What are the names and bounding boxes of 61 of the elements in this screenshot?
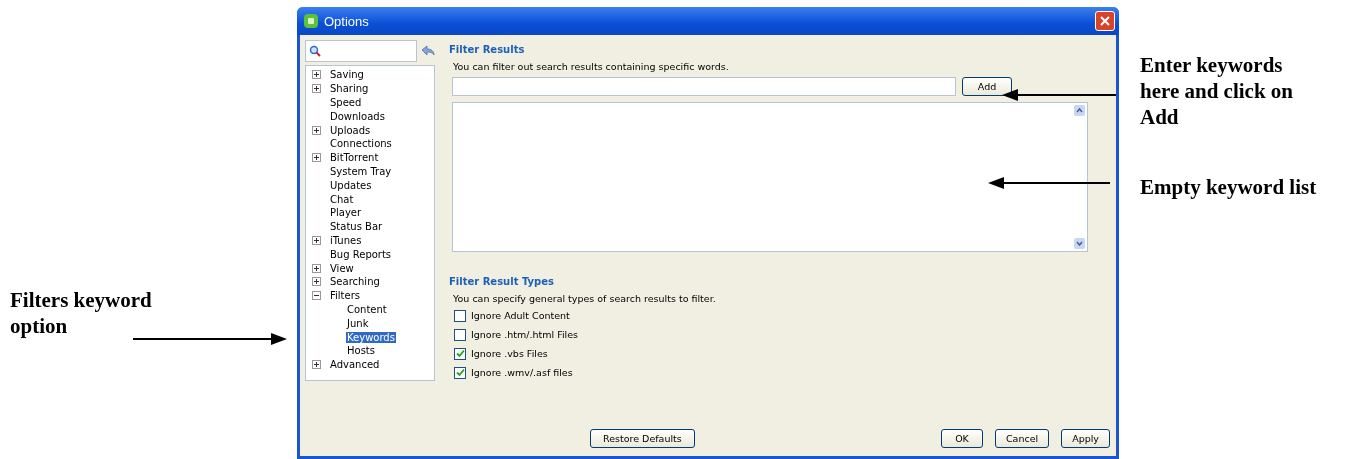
tree-item[interactable]: Downloads — [329, 110, 386, 122]
checkbox[interactable] — [454, 309, 466, 322]
search-field[interactable] — [305, 40, 417, 62]
dialog-button[interactable]: Apply — [1061, 429, 1110, 448]
tree-item[interactable]: Filters — [329, 290, 361, 302]
expand-icon[interactable] — [312, 360, 321, 370]
tree-item[interactable]: Hosts — [346, 345, 376, 357]
tree-item[interactable]: BitTorrent — [329, 152, 380, 164]
checkbox[interactable] — [454, 328, 466, 341]
tree-item[interactable]: Speed — [329, 97, 363, 108]
keyword-input-field[interactable] — [452, 77, 956, 96]
expand-icon[interactable] — [312, 277, 321, 287]
app-icon — [303, 13, 319, 29]
add-button[interactable]: Add — [962, 77, 1012, 96]
expand-icon[interactable] — [312, 70, 321, 80]
close-icon — [1100, 16, 1110, 26]
tree-item[interactable]: Updates — [329, 179, 373, 191]
tree-item[interactable]: Advanced — [329, 359, 381, 371]
search-icon — [309, 45, 321, 57]
tree-item[interactable]: System Tray — [329, 165, 393, 177]
tree-item[interactable]: Bug Reports — [329, 248, 393, 260]
section-description: You can filter out search results containing specific words. — [453, 61, 730, 72]
checkbox-label: Ignore .htm/.html Files — [471, 329, 578, 340]
collapse-icon[interactable] — [312, 291, 321, 301]
tree-item[interactable]: Chat — [329, 193, 355, 205]
section-heading: Filter Results — [449, 44, 526, 55]
expand-icon[interactable] — [312, 125, 321, 135]
section-heading: Filter Result Types — [449, 276, 555, 287]
expand-icon[interactable] — [312, 235, 321, 245]
section-description: You can specify general types of search results to filter. — [453, 293, 717, 304]
tree-item[interactable]: Player — [329, 207, 363, 219]
tree-item[interactable]: Searching — [329, 276, 381, 288]
tree-item[interactable]: Junk — [346, 317, 370, 329]
dialog-button[interactable]: OK — [941, 429, 983, 448]
dialog-button[interactable]: Cancel — [995, 429, 1050, 448]
scroll-down-icon[interactable] — [1074, 238, 1085, 249]
tree-item[interactable]: Content — [346, 303, 388, 315]
checkbox-label: Ignore .vbs Files — [471, 348, 548, 359]
expand-icon[interactable] — [312, 153, 321, 163]
checkbox-label: Ignore .wmv/.asf files — [471, 367, 573, 378]
expand-icon[interactable] — [312, 84, 321, 94]
tree-item[interactable]: Keywords — [346, 331, 396, 343]
annotation-text: Empty keyword list — [1140, 174, 1318, 200]
checkbox-label: Ignore Adult Content — [471, 310, 570, 321]
scroll-up-icon[interactable] — [1074, 105, 1085, 116]
tree-item[interactable]: Sharing — [329, 83, 370, 95]
close-button[interactable] — [1095, 11, 1115, 31]
tree-item[interactable]: View — [329, 262, 355, 274]
tree-item[interactable]: iTunes — [329, 234, 363, 246]
checkbox[interactable] — [454, 366, 466, 379]
expand-icon[interactable] — [312, 263, 321, 273]
window-title: Options — [324, 13, 370, 29]
tree-item[interactable]: Uploads — [329, 124, 372, 136]
restore-defaults-button[interactable]: Restore Defaults — [590, 429, 695, 448]
checkbox[interactable] — [454, 347, 466, 360]
annotation-text: Enter keywords here and click on Add — [1140, 52, 1295, 130]
annotation-text: Filters keyword option — [10, 287, 153, 339]
tree-item[interactable]: Status Bar — [329, 221, 384, 233]
tree-item[interactable]: Saving — [329, 69, 365, 81]
tree-item[interactable]: Connections — [329, 138, 393, 150]
back-arrow-icon[interactable] — [421, 45, 435, 57]
